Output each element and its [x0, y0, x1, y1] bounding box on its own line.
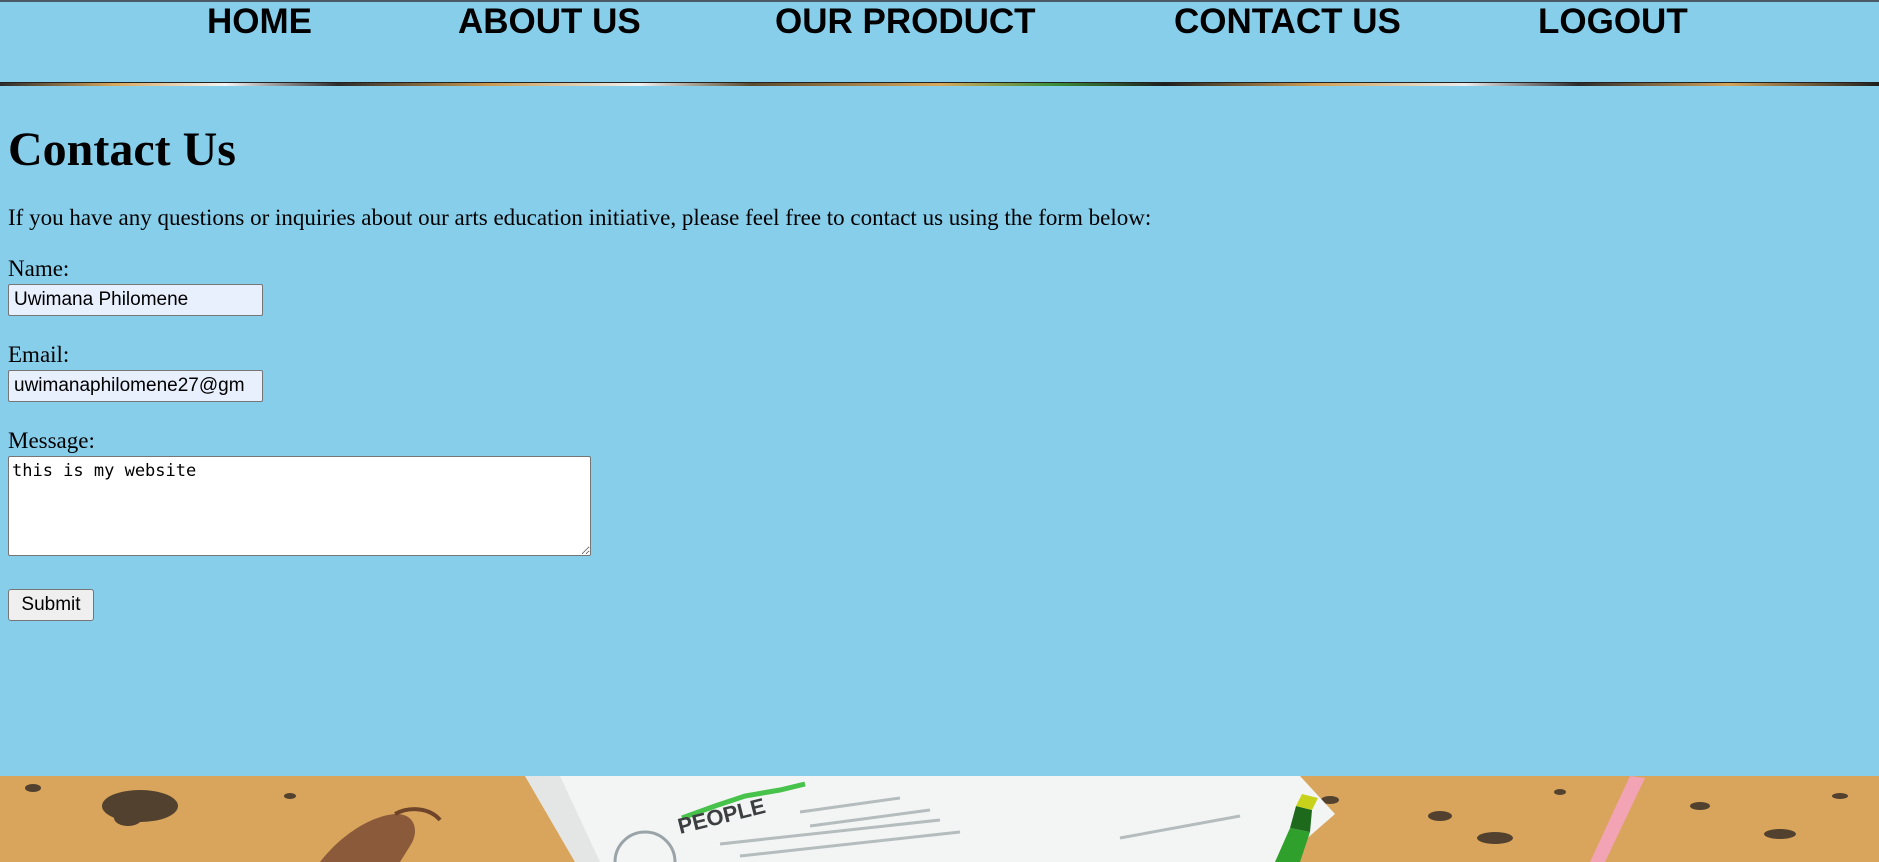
intro-text: If you have any questions or inquiries a… — [8, 205, 1152, 230]
submit-button[interactable]: Submit — [8, 589, 94, 621]
top-navigation: HOME ABOUT US OUR PRODUCT CONTACT US LOG… — [0, 0, 1879, 82]
footer-photo: PEOPLE — [0, 776, 1879, 862]
nav-about-link[interactable]: ABOUT US — [458, 2, 641, 42]
message-textarea[interactable]: this is my website — [8, 456, 591, 556]
nav-logout-link[interactable]: LOGOUT — [1538, 2, 1688, 42]
nav-contact-link[interactable]: CONTACT US — [1174, 2, 1401, 42]
header-photo-strip — [0, 82, 1879, 86]
name-field[interactable] — [8, 284, 263, 316]
name-label: Name: — [8, 256, 70, 281]
email-label: Email: — [8, 342, 70, 367]
email-field[interactable] — [8, 370, 263, 402]
message-label: Message: — [8, 428, 95, 453]
desk-photo-illustration: PEOPLE — [0, 776, 1879, 862]
nav-home-link[interactable]: HOME — [207, 2, 312, 42]
page-title: Contact Us — [8, 123, 236, 176]
nav-product-link[interactable]: OUR PRODUCT — [775, 2, 1036, 42]
